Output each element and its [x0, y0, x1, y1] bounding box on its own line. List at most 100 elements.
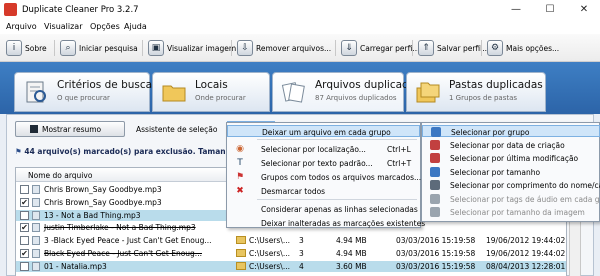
audio-file-icon — [32, 210, 40, 220]
table-row[interactable]: ✔ Black Eyed Peace - Just Can't Get Enoug… — [16, 248, 566, 260]
about-button[interactable]: i Sobre — [6, 38, 47, 58]
tab-duplicate-files-title: Arquivos duplicados — [315, 79, 421, 91]
row-filename: 3 -Black Eyed Peace - Just Can't Get Eno… — [44, 236, 212, 246]
tab-locations[interactable]: Locais Onde procurar — [152, 72, 270, 112]
row-filename: 13 - Not a Bad Thing.mp3 — [44, 210, 141, 220]
submenu-item[interactable]: Selecionar por grupo — [422, 125, 600, 137]
submenu-item-label: Selecionar por data de criação — [450, 140, 565, 150]
row-checkbox[interactable]: ✔ — [20, 223, 29, 233]
tab-search-criteria[interactable]: Critérios de busca O que procurar — [14, 72, 153, 112]
save-icon: ⇑ — [418, 40, 434, 56]
more-options-button[interactable]: ⚙ Mais opções... — [487, 38, 559, 58]
menu-item-label: Grupos com todos os arquivos marcados... — [261, 173, 422, 182]
select-option-icon — [430, 139, 440, 150]
unmark-icon: ✖ — [236, 186, 244, 196]
menu-separator — [257, 139, 417, 140]
row-group: 3 — [299, 236, 304, 246]
text-pattern-icon: T — [237, 158, 243, 168]
view-image-button[interactable]: ▣ Visualizar imagem — [148, 38, 236, 58]
submenu-item-label: Selecionar por tags de áudio em cada gru… — [450, 194, 600, 204]
location-icon: ◉ — [236, 144, 244, 154]
menu-arquivo[interactable]: Arquivo — [6, 22, 37, 31]
tab-locations-title: Locais — [195, 79, 228, 91]
menu-item[interactable]: Deixar inalteradas as marcações existent… — [227, 217, 425, 229]
save-profile-button[interactable]: ⇑ Salvar perfil... — [418, 38, 489, 58]
menu-ajuda[interactable]: Ajuda — [124, 22, 147, 31]
submenu-item-label: Selecionar por tamanho — [450, 167, 541, 177]
column-header-filename[interactable]: Nome do arquivo — [28, 171, 92, 180]
row-path: C:\Users\... — [249, 261, 290, 271]
menu-item[interactable]: ◉ Selecionar por localização... Ctrl+L — [227, 143, 420, 155]
menu-opcoes[interactable]: Opções — [90, 22, 120, 31]
marked-count-text: 44 arquivo(s) marcado(s) para exclusão. … — [24, 147, 259, 156]
row-group: 4 — [299, 261, 304, 271]
load-profile-label: Carregar perfi... — [360, 43, 420, 53]
toolbar-separator — [142, 40, 143, 56]
start-search-button[interactable]: ⌕ Iniciar pesquisa — [60, 38, 138, 58]
row-modified-date: 19/06/2012 19:44:02 — [486, 236, 566, 246]
submenu-item[interactable]: Selecionar por data de criação — [422, 139, 600, 151]
audio-file-icon — [32, 185, 40, 194]
select-option-icon — [430, 180, 440, 190]
menu-item-label: Considerar apenas as linhas selecionadas — [261, 205, 418, 214]
table-row[interactable]: 3 -Black Eyed Peace - Just Can't Get Eno… — [16, 235, 566, 247]
maximize-button[interactable]: ☐ — [534, 0, 566, 20]
flag-icon: ⚑ — [15, 147, 22, 156]
submenu-item[interactable]: Selecionar por comprimento do nome/camin — [422, 179, 600, 191]
select-option-icon — [431, 127, 441, 137]
row-size: 4.94 MB — [336, 249, 367, 258]
select-option-icon — [430, 193, 440, 204]
submenu-item: Selecionar por tamanho da imagem — [422, 206, 600, 218]
menu-item-label: Deixar inalteradas as marcações existent… — [261, 219, 426, 228]
status-text: ⚑ 44 arquivo(s) marcado(s) para exclusão… — [15, 147, 259, 156]
show-summary-button[interactable]: Mostrar resumo — [15, 121, 125, 137]
row-filename: 01 - Natalia.mp3 — [44, 261, 107, 271]
menu-item[interactable]: T Selecionar por texto padrão... Ctrl+T — [227, 157, 420, 169]
row-checkbox[interactable] — [20, 261, 29, 271]
submenu-item[interactable]: Selecionar por tamanho — [422, 166, 600, 178]
search-criteria-icon — [26, 81, 46, 103]
remove-files-button[interactable]: ⇩ Remover arquivos... — [237, 38, 331, 58]
tab-search-criteria-title: Critérios de busca — [57, 79, 153, 91]
select-option-icon — [430, 166, 440, 177]
menu-item-shortcut: Ctrl+L — [387, 145, 411, 154]
table-row[interactable]: 01 - Natalia.mp3 C:\Users\... 4 3.60 MB 03/0… — [16, 260, 566, 273]
menu-visualizar[interactable]: Visualizar — [44, 22, 83, 31]
row-checkbox[interactable] — [20, 236, 29, 246]
minimize-button[interactable]: — — [500, 0, 532, 20]
window-title: Duplicate Cleaner Pro 3.2.7 — [22, 5, 139, 15]
row-checkbox[interactable] — [20, 185, 29, 194]
toolbar-separator — [335, 40, 336, 56]
row-created-date: 03/03/2016 15:19:58 — [396, 261, 476, 271]
submenu-item[interactable]: Selecionar por última modificação — [422, 152, 600, 164]
menu-item-label: Selecionar por localização... — [261, 145, 366, 154]
row-checkbox[interactable] — [20, 210, 29, 220]
toolbar: i Sobre ⌕ Iniciar pesquisa ▣ Visualizar … — [0, 34, 600, 62]
selection-assistant-menu: Deixar um arquivo em cada grupo ◉ Selecion… — [226, 122, 425, 229]
app-icon — [4, 3, 17, 16]
tab-duplicate-files[interactable]: Arquivos duplicados 87 Arquivos duplicad… — [272, 72, 421, 112]
row-checkbox[interactable]: ✔ — [20, 197, 29, 207]
row-filename: Chris Brown_Say Goodbye.mp3 — [44, 197, 162, 207]
row-created-date: 03/03/2016 15:19:58 — [396, 236, 476, 246]
row-group: 3 — [299, 249, 304, 258]
close-button[interactable]: ✕ — [568, 0, 600, 20]
show-summary-label: Mostrar resumo — [42, 124, 102, 134]
menu-bar: Arquivo Visualizar Opções Ajuda — [0, 20, 600, 34]
menu-item[interactable]: ⚑ Grupos com todos os arquivos marcados..… — [227, 171, 422, 183]
tab-duplicate-folders[interactable]: Pastas duplicadas 1 Grupos de pastas — [406, 72, 546, 112]
menu-item[interactable]: ✖ Desmarcar todos — [227, 185, 420, 197]
remove-files-label: Remover arquivos... — [256, 43, 332, 53]
audio-file-icon — [32, 236, 40, 246]
more-options-label: Mais opções... — [506, 43, 560, 53]
row-checkbox[interactable]: ✔ — [20, 249, 29, 258]
toolbar-separator — [231, 40, 232, 56]
load-profile-button[interactable]: ⇓ Carregar perfi... — [341, 38, 419, 58]
submenu-item-label: Selecionar por última modificação — [450, 154, 579, 163]
menu-item[interactable]: Considerar apenas as linhas selecionadas — [227, 203, 420, 215]
submenu-item-label: Selecionar por grupo — [451, 128, 530, 137]
folder-icon — [236, 249, 246, 257]
menu-item[interactable]: Deixar um arquivo em cada grupo — [227, 125, 420, 137]
row-path: C:\Users\... — [249, 249, 290, 258]
row-modified-date: 08/04/2013 12:28:01 — [486, 261, 566, 271]
